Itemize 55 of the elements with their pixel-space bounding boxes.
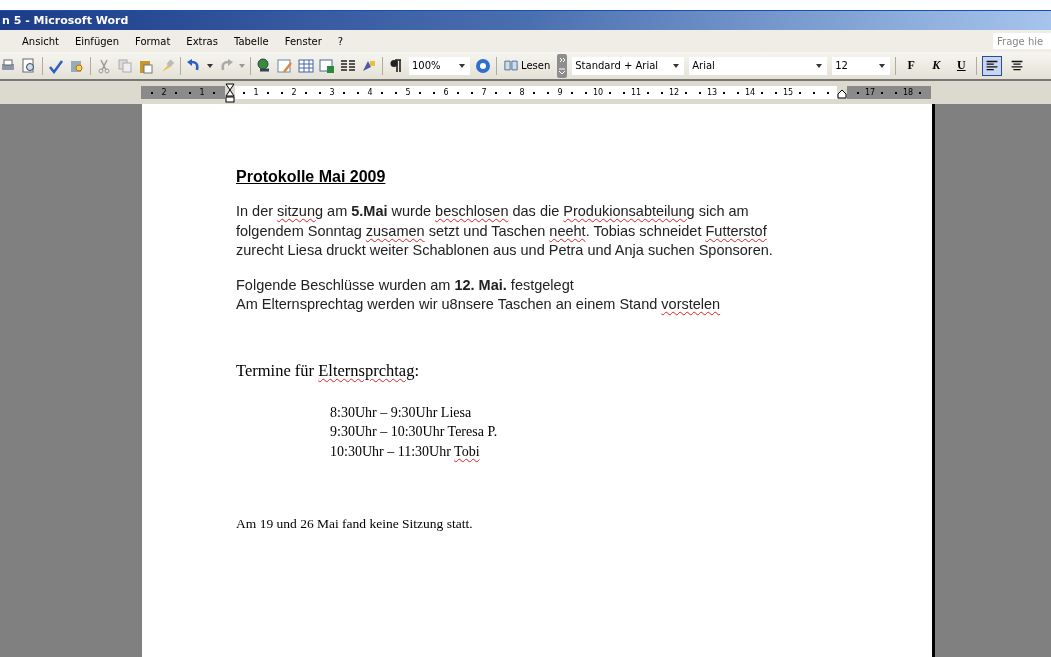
ruler-number: 10 [593, 88, 603, 97]
menu-item[interactable]: Format [135, 35, 178, 47]
menu-item[interactable]: Tabelle [233, 35, 276, 47]
align-left-icon[interactable] [982, 55, 1003, 76]
menu-item[interactable]: ? [337, 35, 351, 47]
paragraph: Termine für Elternsprchtag: [236, 360, 421, 381]
toolbar-options-icon[interactable] [557, 53, 568, 78]
table-icon[interactable] [298, 57, 314, 74]
print-preview-icon[interactable] [21, 57, 37, 74]
window-title: n 5 - Microsoft Word [1, 14, 129, 27]
ruler-number: 18 [903, 88, 913, 97]
read-button[interactable]: Lesen [502, 60, 553, 71]
ruler-number: 6 [442, 88, 450, 97]
right-indent-marker-icon[interactable] [837, 89, 847, 99]
paragraph: Am 19 und 26 Mai fand keine Sitzung statt. [236, 516, 474, 532]
ruler-number: 1 [198, 88, 206, 97]
format-button[interactable]: K [926, 55, 947, 76]
font-size-dropdown[interactable]: 12 [832, 56, 891, 75]
ruler-number: 15 [783, 88, 793, 97]
ruler-number: 3 [328, 88, 336, 97]
columns-icon[interactable] [340, 57, 356, 74]
help-field[interactable]: Frage hie [993, 33, 1051, 49]
pilcrow-icon[interactable] [388, 57, 404, 74]
caret-icon[interactable] [207, 63, 213, 68]
paragraph: 8:30Uhr – 9:30Uhr Liesa 9:30Uhr – 10:30Uhr Teresa P. 10:30Uhr – 11:30Uhr Tobi [329, 403, 499, 461]
format-button[interactable]: F [901, 55, 922, 76]
ruler-number: 7 [480, 88, 488, 97]
menu-item[interactable]: Ansicht [22, 35, 66, 47]
menu-item[interactable]: Einfügen [74, 35, 127, 47]
font-dropdown[interactable]: Arial [689, 56, 828, 75]
ruler-number: 12 [669, 88, 679, 97]
indent-marker-icon[interactable] [225, 82, 235, 103]
ruler-number: 11 [631, 88, 641, 97]
help-icon[interactable] [475, 57, 491, 74]
ruler-number: 2 [290, 88, 298, 97]
ruler-number: 2 [160, 88, 168, 97]
ruler-number: 1 [252, 88, 260, 97]
paragraph: Folgende Beschlüsse wurden am 12. Mai. festgelegt Am Elternsprechtag werden wir u8nsere Taschen an einem Stand vorstelen [236, 275, 722, 314]
ruler-number: 8 [518, 88, 526, 97]
format-button[interactable]: U [951, 55, 972, 76]
ruler-number: 4 [366, 88, 374, 97]
table-pencil-icon[interactable] [277, 57, 293, 74]
paragraph: Protokolle Mai 2009 [236, 168, 387, 186]
ruler-number: 13 [707, 88, 717, 97]
ruler-number: 17 [865, 88, 875, 97]
ruler-number: 9 [556, 88, 564, 97]
ruler-number: 5 [404, 88, 412, 97]
spreadsheet-icon[interactable] [319, 57, 335, 74]
ruler-number: 14 [745, 88, 755, 97]
zoom-dropdown[interactable]: 100% [409, 56, 470, 75]
book-icon [504, 60, 518, 71]
menu-item[interactable]: Extras [186, 35, 225, 47]
style-dropdown[interactable]: Standard + Arial [572, 56, 685, 75]
paragraph: In der sitzung am 5.Mai wurde beschlosen das die Produkionsabteilung sich am folgendem Sonntag zusamen setzt und Taschen neeht. Tobias schneidet Futterstof zurecht Liesa druckt weiter Schablonen aus und Petra und Anja suchen Sponsoren. [236, 202, 774, 260]
menu-item[interactable]: Fenster [284, 35, 329, 47]
